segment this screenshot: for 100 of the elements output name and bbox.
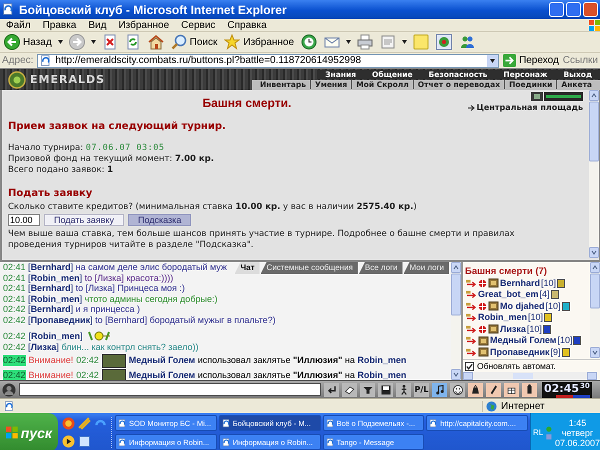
author-link[interactable]: [Лизка] bbox=[28, 342, 59, 352]
message-text: чтото админы сегодня добрые:) bbox=[84, 294, 218, 304]
avatar-icon[interactable] bbox=[2, 382, 16, 396]
private-arrow-icon[interactable] bbox=[465, 302, 477, 310]
checkbox[interactable] bbox=[465, 362, 474, 370]
forward-button[interactable] bbox=[68, 33, 86, 51]
arrow-icon bbox=[503, 54, 516, 67]
author-link[interactable]: [Bernhard] bbox=[28, 262, 74, 272]
target-icon[interactable] bbox=[478, 302, 487, 310]
author-link[interactable]: [Bernhard] bbox=[28, 304, 74, 314]
menu-item[interactable]: Правка bbox=[42, 20, 76, 30]
alignment-icon[interactable] bbox=[550, 290, 559, 299]
hint-button[interactable]: Подсказка bbox=[128, 214, 192, 226]
chat-tab[interactable]: Мои логи bbox=[404, 262, 449, 274]
menu-item[interactable]: Сервис bbox=[181, 20, 216, 30]
maximize-button[interactable] bbox=[566, 2, 581, 17]
alignment-icon[interactable] bbox=[542, 324, 551, 334]
user-name-link[interactable]: Лизка bbox=[500, 324, 526, 334]
close-button[interactable] bbox=[583, 2, 598, 17]
text-format-button[interactable]: P/L bbox=[414, 382, 429, 396]
private-arrow-icon[interactable] bbox=[465, 336, 477, 345]
eraser-button[interactable] bbox=[342, 382, 357, 396]
user-name-link[interactable]: Mo djahed bbox=[500, 300, 544, 312]
private-arrow-icon[interactable] bbox=[465, 290, 477, 299]
target-icon[interactable] bbox=[478, 324, 487, 334]
alignment-icon[interactable] bbox=[573, 336, 582, 345]
private-arrow-icon[interactable] bbox=[465, 278, 477, 288]
author-link[interactable]: [Robin_men] bbox=[28, 294, 82, 304]
author-link[interactable]: [Robin_men] bbox=[28, 330, 83, 342]
message-time: 02:42 bbox=[76, 355, 99, 366]
user-name-link[interactable]: Пропаведник bbox=[490, 346, 550, 358]
music-button[interactable] bbox=[432, 382, 447, 396]
address-field[interactable]: http://emeraldscity.combats.ru/buttons.pl?battle=0.118720614952998 bbox=[37, 54, 500, 68]
chat-tab[interactable]: Чат bbox=[234, 262, 260, 274]
links-button[interactable]: Ссылки bbox=[562, 55, 598, 66]
go-button[interactable]: Переход bbox=[503, 54, 559, 67]
clan-emblem-icon[interactable] bbox=[488, 324, 499, 334]
box-button[interactable] bbox=[504, 382, 519, 396]
chat-tab[interactable]: Системные сообщения bbox=[260, 262, 358, 274]
alignment-icon[interactable] bbox=[557, 278, 566, 288]
private-arrow-icon[interactable] bbox=[465, 324, 477, 334]
smiley-button[interactable] bbox=[450, 382, 465, 396]
save-button[interactable] bbox=[378, 382, 393, 396]
user-name-link[interactable]: Bernhard bbox=[500, 278, 540, 288]
enter-button[interactable] bbox=[324, 382, 339, 396]
walk-button[interactable] bbox=[396, 382, 411, 396]
bag-button[interactable] bbox=[468, 382, 483, 396]
browser-icon[interactable] bbox=[62, 417, 75, 430]
menu-item[interactable]: Справка bbox=[227, 20, 267, 30]
vertical-scrollbar[interactable] bbox=[451, 262, 461, 380]
alignment-icon[interactable] bbox=[544, 313, 552, 322]
search-button[interactable]: Поиск bbox=[170, 33, 218, 51]
back-button[interactable]: Назад bbox=[3, 33, 53, 51]
user-name-link[interactable]: Great_bot_em bbox=[478, 289, 539, 300]
author-link[interactable]: [Robin_men] bbox=[28, 272, 82, 282]
dropdown-button[interactable] bbox=[487, 54, 498, 66]
back-icon bbox=[4, 34, 20, 50]
author-link[interactable]: [Bernhard] bbox=[28, 283, 74, 293]
clan-emblem-icon[interactable] bbox=[488, 278, 499, 288]
alignment-icon[interactable] bbox=[562, 348, 570, 356]
info-text: Чем выше ваша ставка, тем больше шансов принять участие в турнире. Подробнее о башне смерти и правилах проведения турниров читайте в разделе "Подсказка". bbox=[8, 229, 516, 251]
page-icon bbox=[326, 418, 334, 428]
menu-item[interactable]: Избранное bbox=[118, 20, 170, 30]
horizontal-scrollbar[interactable] bbox=[463, 372, 597, 380]
field-value: 7.00 кр. bbox=[174, 154, 214, 164]
desktop-icon[interactable] bbox=[78, 435, 91, 448]
private-arrow-icon[interactable] bbox=[465, 313, 477, 322]
user-level: [4] bbox=[540, 289, 550, 300]
history-button[interactable] bbox=[300, 33, 318, 51]
vertical-scrollbar[interactable] bbox=[590, 262, 600, 358]
location-link[interactable]: Центральная площадь bbox=[468, 103, 583, 112]
user-name-link[interactable]: Robin_men bbox=[478, 312, 528, 323]
minimize-button[interactable] bbox=[549, 2, 564, 17]
user-name-link[interactable]: Медный Голем bbox=[490, 335, 556, 346]
chat-tab[interactable]: Все логи bbox=[358, 262, 402, 274]
target-icon[interactable] bbox=[478, 278, 487, 288]
print-button[interactable] bbox=[356, 33, 374, 51]
message-time: 02:42 bbox=[3, 370, 26, 380]
filter-button[interactable] bbox=[360, 382, 375, 396]
media-player-icon[interactable] bbox=[62, 435, 75, 448]
vertical-scrollbar[interactable] bbox=[589, 90, 599, 258]
apply-button[interactable]: Подать заявку bbox=[44, 214, 124, 226]
chat-input-field[interactable] bbox=[19, 383, 321, 396]
scroll-button[interactable] bbox=[486, 382, 501, 396]
bet-field[interactable]: 10.00 bbox=[8, 214, 40, 226]
figure-button[interactable] bbox=[522, 382, 537, 396]
clan-emblem-icon[interactable] bbox=[478, 336, 489, 346]
private-arrow-icon[interactable] bbox=[465, 348, 477, 356]
edit-button[interactable] bbox=[379, 33, 398, 51]
favorites-button[interactable]: Избранное bbox=[223, 33, 296, 51]
clan-emblem-icon[interactable] bbox=[488, 301, 499, 311]
plugin-button[interactable] bbox=[435, 33, 454, 51]
menu-item[interactable]: Вид bbox=[88, 20, 106, 30]
home-button[interactable] bbox=[146, 33, 165, 51]
clan-emblem-icon[interactable] bbox=[478, 347, 489, 357]
author-link[interactable]: [Пропаведник] bbox=[28, 314, 93, 324]
menu-item[interactable]: Файл bbox=[6, 20, 31, 30]
user-level: [9] bbox=[550, 346, 561, 358]
alignment-icon[interactable] bbox=[562, 302, 570, 310]
message-time: 02:41 bbox=[3, 283, 26, 293]
